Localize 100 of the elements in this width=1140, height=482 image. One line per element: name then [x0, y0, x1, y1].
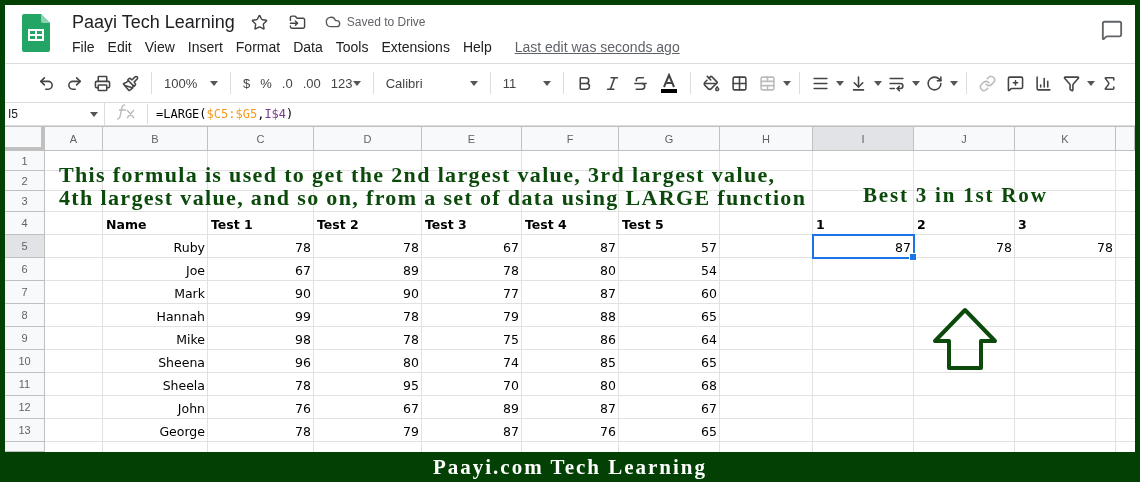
column-label: Test 2: [316, 216, 360, 234]
column-header[interactable]: G: [619, 127, 720, 151]
row-number[interactable]: 2: [5, 171, 45, 191]
column-label: Name: [105, 216, 148, 234]
caret-icon: [90, 111, 98, 117]
column-label: 2: [916, 216, 927, 234]
menu-item[interactable]: File: [72, 39, 102, 55]
column-header[interactable]: D: [314, 127, 422, 151]
row-number[interactable]: 9: [5, 327, 45, 350]
table-cell-text: 64: [700, 331, 718, 349]
side-heading: Best 3 in 1st Row: [863, 183, 1048, 208]
row-number[interactable]: 8: [5, 304, 45, 327]
table-cell-text: 80: [599, 262, 617, 280]
row-number[interactable]: 6: [5, 258, 45, 281]
table-cell-text: 76: [294, 400, 312, 418]
caret-icon: [873, 80, 882, 86]
caret-icon: [542, 80, 551, 86]
column-header[interactable]: E: [422, 127, 522, 151]
table-cell-text: 67: [294, 262, 312, 280]
column-header[interactable]: A: [45, 127, 103, 151]
up-arrow-icon: [931, 306, 998, 371]
menu-item[interactable]: Extensions: [381, 39, 457, 55]
sheets-logo[interactable]: [22, 14, 50, 52]
table-cell-text: George: [158, 423, 206, 441]
table-cell-text: Ruby: [172, 239, 206, 257]
table-cell-text: 78: [995, 239, 1013, 257]
menu-item[interactable]: View: [144, 39, 182, 55]
column-header[interactable]: I: [813, 127, 914, 151]
currency-button[interactable]: $: [239, 70, 255, 96]
table-cell-text: 80: [599, 377, 617, 395]
table-cell-text: Sheela: [161, 377, 206, 395]
document-title[interactable]: Paayi Tech Learning: [72, 11, 235, 33]
table-cell-text: 65: [700, 354, 718, 372]
table-cell-text: 65: [700, 308, 718, 326]
table-cell-text: 87: [502, 423, 520, 441]
column-label: 1: [815, 216, 826, 234]
formula-text[interactable]: =LARGE($C5:$G5,I$4): [148, 107, 294, 121]
number-format-dropdown[interactable]: 123: [326, 70, 365, 96]
table-cell-text: 86: [599, 331, 617, 349]
table-cell-text: 57: [700, 239, 718, 257]
table-cell-text: 85: [599, 354, 617, 372]
caret-icon: [469, 80, 478, 86]
table-cell-text: 78: [402, 308, 420, 326]
table-cell-text: 87: [599, 285, 617, 303]
row-number[interactable]: 10: [5, 350, 45, 373]
zoom-dropdown[interactable]: 100%: [160, 70, 222, 96]
menu-item[interactable]: Format: [235, 39, 288, 55]
row-number[interactable]: 4: [5, 212, 45, 235]
font-size-dropdown[interactable]: 11: [498, 70, 555, 96]
menu-item[interactable]: Help: [462, 39, 499, 55]
row-number[interactable]: 1: [5, 151, 45, 171]
column-label: Test 5: [621, 216, 665, 234]
table-cell-text: 90: [402, 285, 420, 303]
row-number[interactable]: 7: [5, 281, 45, 304]
corner-cell[interactable]: [5, 127, 45, 151]
table-cell-text: 78: [402, 239, 420, 257]
decrease-decimals-button[interactable]: .0: [277, 70, 297, 96]
comment-icon[interactable]: [1101, 19, 1123, 41]
column-label: Test 4: [524, 216, 568, 234]
table-cell-text: 65: [700, 423, 718, 441]
column-label: 3: [1017, 216, 1028, 234]
table-cell-text: 87: [599, 400, 617, 418]
menu-item[interactable]: Tools: [335, 39, 376, 55]
font-dropdown[interactable]: Calibri: [381, 70, 482, 96]
table-cell-text: 88: [599, 308, 617, 326]
menu-item[interactable]: Insert: [187, 39, 230, 55]
last-edit-link[interactable]: Last edit was seconds ago: [514, 39, 680, 55]
column-header[interactable]: K: [1015, 127, 1116, 151]
table-cell-text: 78: [402, 331, 420, 349]
column-header[interactable]: J: [914, 127, 1015, 151]
table-cell-text: 78: [1096, 239, 1114, 257]
menu-item[interactable]: Data: [293, 39, 330, 55]
caret-icon: [1086, 80, 1095, 86]
table-cell-text: 96: [294, 354, 312, 372]
table-cell-text: 67: [402, 400, 420, 418]
column-header[interactable]: H: [720, 127, 813, 151]
footer-text: Paayi.com Tech Learning: [432, 454, 708, 480]
table-cell-text: 78: [502, 262, 520, 280]
table-cell-text: 75: [502, 331, 520, 349]
row-number[interactable]: 5: [5, 235, 45, 258]
caret-icon: [949, 80, 958, 86]
row-number[interactable]: 13: [5, 419, 45, 442]
fill-handle[interactable]: [909, 253, 917, 261]
table-cell-text: 78: [294, 377, 312, 395]
menu-item[interactable]: Edit: [107, 39, 139, 55]
table-cell-text: 78: [294, 423, 312, 441]
row-number[interactable]: 11: [5, 373, 45, 396]
column-header[interactable]: C: [208, 127, 314, 151]
table-cell-text: 77: [502, 285, 520, 303]
column-header[interactable]: B: [103, 127, 208, 151]
column-header[interactable]: F: [522, 127, 619, 151]
table-cell: 87: [813, 235, 914, 258]
row-number[interactable]: 3: [5, 191, 45, 212]
table-cell-text: 60: [700, 285, 718, 303]
caret-icon: [835, 80, 844, 86]
percent-button[interactable]: %: [256, 70, 276, 96]
name-box[interactable]: I5: [5, 103, 105, 125]
row-number[interactable]: 12: [5, 396, 45, 419]
increase-decimals-button[interactable]: .00: [298, 70, 325, 96]
table-cell-text: 74: [502, 354, 520, 372]
